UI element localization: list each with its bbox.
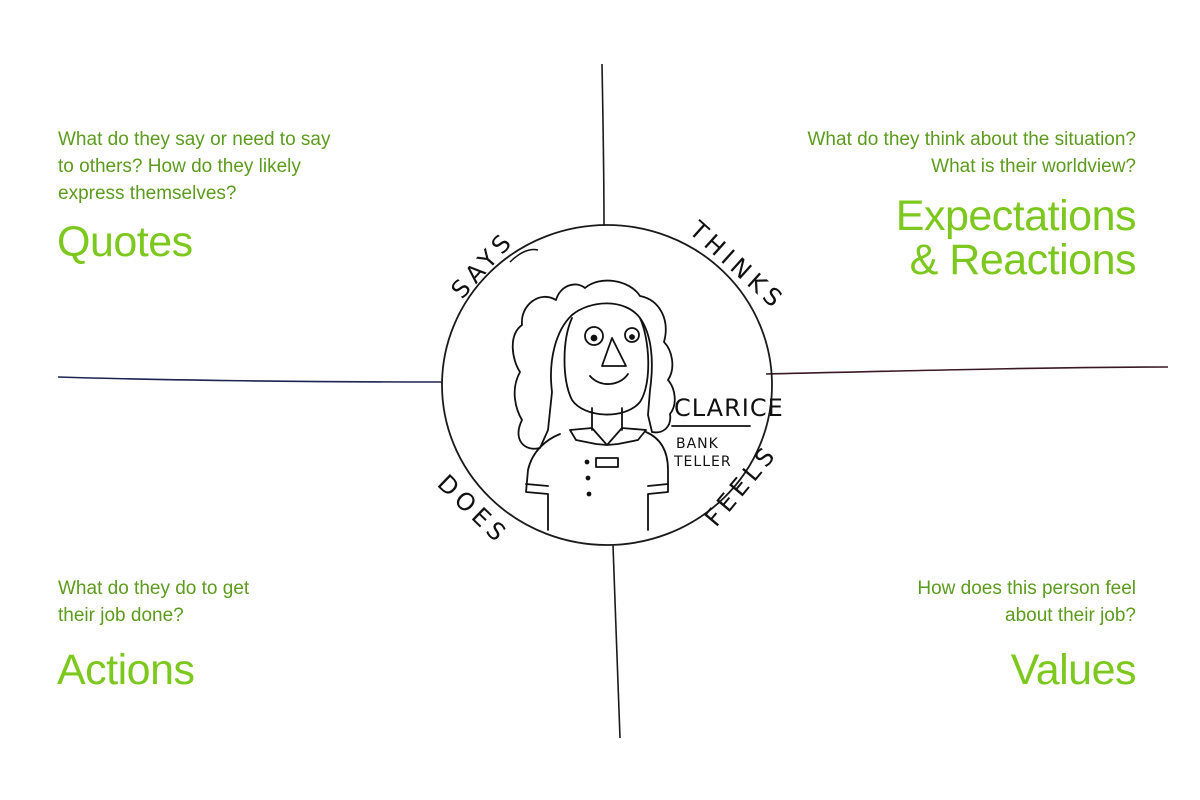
- values-title: Values: [1010, 646, 1137, 694]
- vertical-axis-bottom: [612, 544, 621, 739]
- persona-role-line1: BANK: [676, 436, 719, 452]
- persona-name: CLARICE: [674, 394, 784, 422]
- quotes-title: Quotes: [57, 218, 193, 266]
- vertical-axis-top: [601, 63, 605, 227]
- expectations-prompt: What do they think about the situation? …: [807, 129, 1137, 177]
- thinks-label: THINKS: [683, 215, 791, 316]
- values-prompt: How does this person feel about their jo…: [917, 578, 1136, 626]
- actions-prompt: What do they do to get their job done?: [58, 578, 250, 626]
- does-label: DOES: [432, 469, 515, 550]
- expectations-title: Expectations & Reactions: [895, 192, 1137, 284]
- quotes-prompt: What do they say or need to say to other…: [58, 129, 331, 204]
- feels-label: FEELS: [699, 439, 783, 532]
- horizontal-axis-left: [57, 376, 443, 383]
- persona-role-line2: TELLER: [673, 454, 732, 470]
- says-label: SAYS: [446, 226, 520, 304]
- actions-title: Actions: [57, 646, 195, 694]
- horizontal-axis-right: [765, 366, 1169, 375]
